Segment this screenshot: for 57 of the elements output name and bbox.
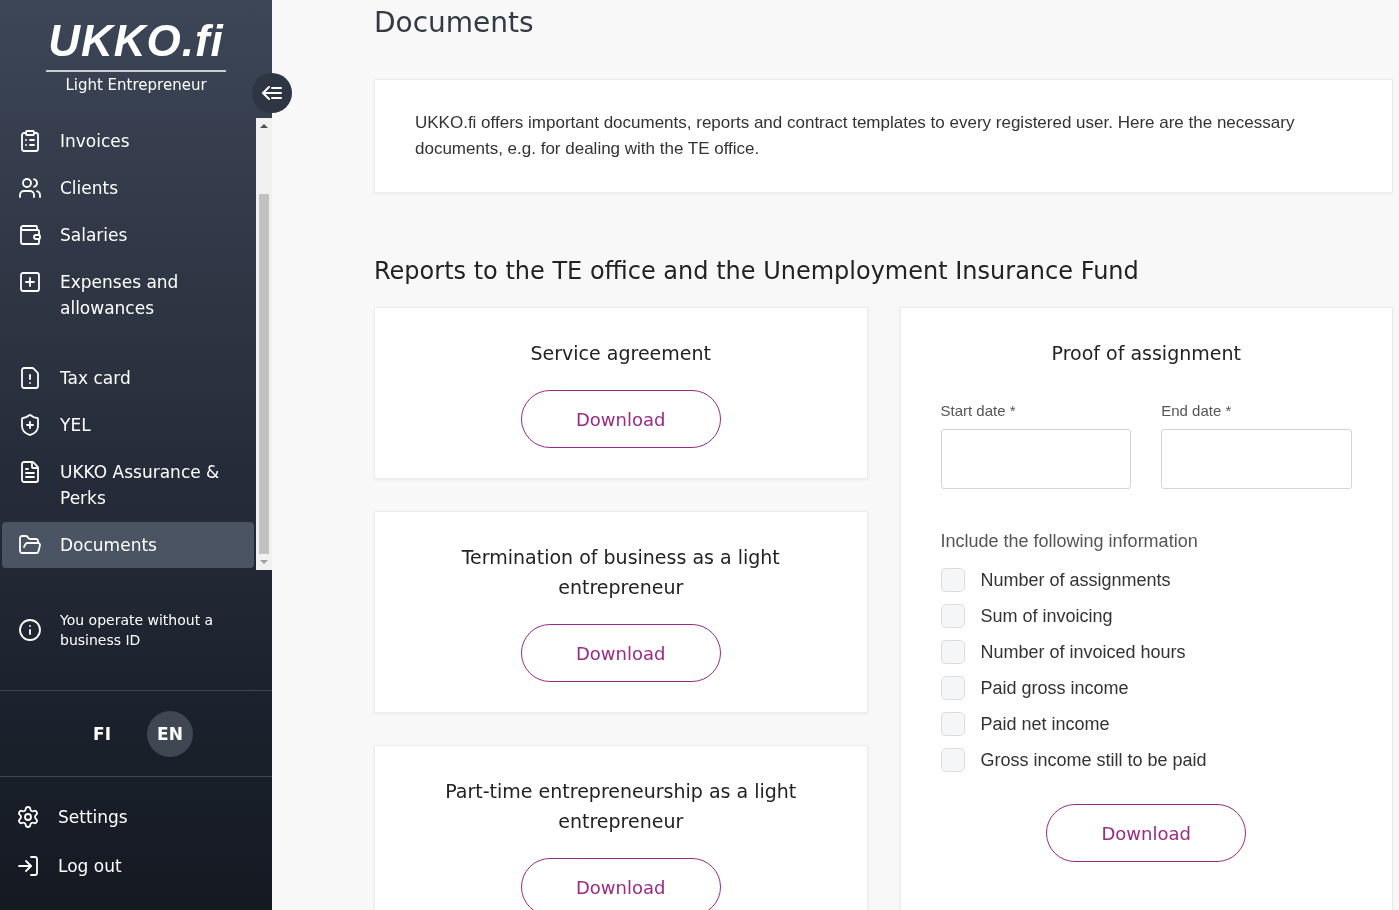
download-button[interactable]: Download [1046,804,1247,862]
nav-item[interactable]: Documents [2,522,254,568]
checkbox[interactable] [940,640,965,664]
nav-item[interactable]: Log out [0,844,272,888]
nav-item[interactable]: Invoices [2,118,254,164]
notice-text: You operate without a business ID [60,611,215,650]
download-button[interactable]: Download [520,858,721,910]
collapse-button[interactable] [252,73,292,113]
nav-item[interactable]: Expenses and allowances [2,259,254,331]
scrollbar[interactable] [256,118,272,570]
settings-icon [16,805,40,829]
checkbox[interactable] [940,604,965,628]
option-label: Gross income still to be paid [980,749,1207,771]
option-label: Paid gross income [980,677,1129,699]
download-button[interactable]: Download [520,624,721,682]
folder-icon [18,533,42,557]
field-label: Start date * [940,402,1017,419]
date-field[interactable] [940,429,1132,489]
wallet-icon [18,223,42,247]
file-warning-icon [18,366,42,390]
option-label: Paid net income [980,713,1110,735]
plus-square-icon [18,270,42,294]
date-field[interactable] [1161,429,1352,489]
field-label: End date * [1161,402,1233,419]
tagline: Light Entrepreneur [65,76,207,94]
collapse-icon [261,85,283,101]
card-title: Termination of business as a light entrepreneur [460,545,781,600]
nav-item[interactable]: UKKO Assurance & Perks [2,449,254,521]
options-title: Include the following information [940,531,1199,552]
option-label: Number of assignments [980,569,1171,591]
language-button[interactable]: FI [79,710,125,757]
nav-item[interactable]: Tax card [2,355,254,401]
card-title: Proof of assignment [1051,341,1241,366]
clipboard-icon [18,129,42,153]
checkbox[interactable] [940,676,965,700]
users-icon [18,176,42,200]
log-out-icon [16,854,40,878]
logo: UKKO.fi [46,18,226,72]
document-icon [18,460,42,484]
nav-item[interactable]: Salaries [2,212,254,258]
intro-text: UKKO.fi offers important documents, reports and contract templates to every registered user. Here are the necessary documents, e.g. for dealing with the TE office. [374,79,1393,193]
info-icon [18,618,42,642]
section-title: Reports to the TE office and the Unemployment Insurance Fund [374,257,1140,285]
nav-item[interactable]: Settings [0,795,272,839]
nav-item[interactable]: YEL [2,402,254,448]
language-button[interactable]: EN [147,710,193,757]
checkbox[interactable] [940,748,965,772]
option-label: Number of invoiced hours [980,641,1186,663]
option-label: Sum of invoicing [980,605,1113,627]
shield-icon [18,413,42,437]
card-title: Service agreement [530,341,711,366]
page-title: Documents [374,6,535,39]
checkbox[interactable] [940,712,965,736]
nav-item[interactable]: Clients [2,165,254,211]
card-title: Part-time entrepreneurship as a light entrepreneur [444,779,798,834]
checkbox[interactable] [940,568,965,592]
download-button[interactable]: Download [520,390,721,448]
